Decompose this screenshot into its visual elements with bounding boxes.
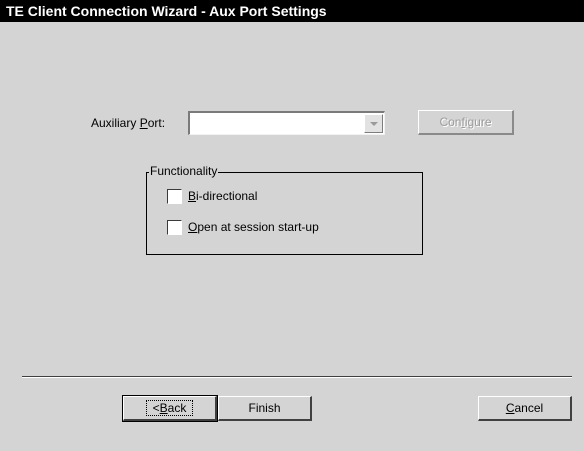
aux-port-label-key: P (139, 116, 148, 130)
bidirectional-label[interactable]: Bi-directional (188, 189, 257, 203)
cancel-button-label-post: ancel (514, 400, 544, 415)
chevron-down-icon (370, 122, 378, 126)
window-title: TE Client Connection Wizard - Aux Port S… (0, 0, 584, 22)
bidirectional-label-key: B (188, 189, 197, 203)
back-button-label-pre: < (152, 400, 160, 415)
functionality-group-label: Functionality (149, 164, 219, 178)
open-at-startup-label-key: O (188, 220, 198, 234)
aux-port-dropdown-button[interactable] (364, 114, 383, 133)
aux-port-label: Auxiliary Port: (91, 116, 165, 130)
aux-port-select[interactable] (188, 111, 385, 135)
aux-port-label-pre: Auxiliary (91, 116, 140, 130)
finish-button[interactable]: Finish (218, 396, 312, 421)
configure-button[interactable]: Configure (418, 110, 514, 135)
open-at-startup-label-rest: pen at session start-up (197, 220, 319, 234)
back-button-label-key: B (159, 400, 168, 415)
wizard-window: TE Client Connection Wizard - Aux Port S… (0, 0, 584, 451)
bidirectional-label-rest: i-directional (196, 189, 258, 203)
aux-port-label-post: ort: (147, 116, 166, 130)
back-button[interactable]: <Back (122, 395, 218, 422)
functionality-group (146, 172, 423, 255)
configure-button-label-post: igure (464, 114, 492, 129)
open-at-startup-checkbox[interactable] (167, 220, 182, 235)
finish-button-label: Finish (248, 400, 281, 415)
bidirectional-checkbox[interactable] (167, 189, 182, 204)
open-at-startup-label[interactable]: Open at session start-up (188, 220, 319, 234)
configure-button-label-pre: Con (439, 114, 462, 129)
footer-separator (22, 376, 572, 378)
back-button-focus: <Back (145, 399, 194, 416)
back-button-label-post: ack (167, 400, 187, 415)
cancel-button[interactable]: Cancel (478, 396, 572, 421)
